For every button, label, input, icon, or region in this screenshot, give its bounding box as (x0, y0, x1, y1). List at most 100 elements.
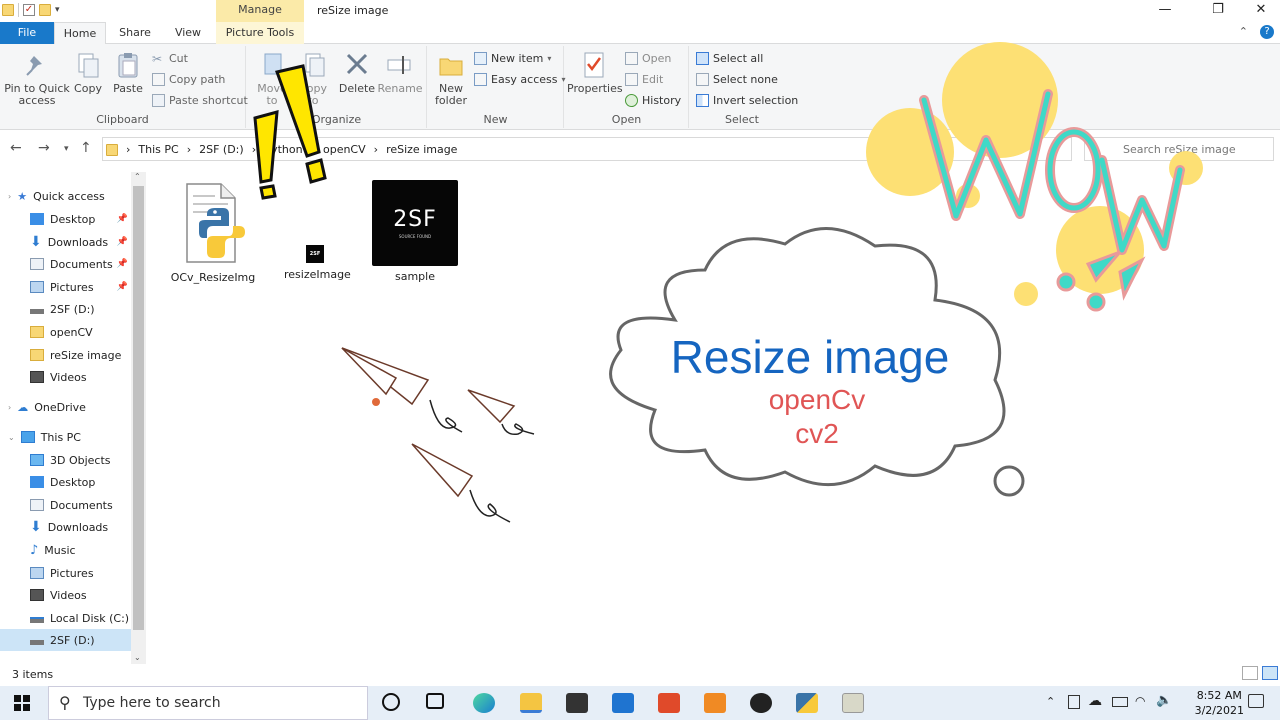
open-button[interactable]: Open (625, 52, 671, 65)
clock-date: 3/2/2021 (1194, 704, 1244, 717)
task-view-icon[interactable] (426, 693, 444, 709)
copy-path-button[interactable]: Copy path (152, 73, 225, 86)
python-icon[interactable] (796, 693, 818, 713)
tray-app-icon[interactable] (1068, 695, 1080, 709)
sidebar-item-videos[interactable]: Videos (30, 366, 132, 388)
details-view-icon[interactable] (1242, 666, 1258, 680)
battery-icon[interactable] (1112, 697, 1128, 707)
forward-arrow-icon[interactable]: → (38, 140, 50, 156)
taskbar-search-box[interactable]: ⚲ Type here to search (48, 686, 368, 720)
office-icon[interactable] (658, 693, 680, 713)
media-player-icon[interactable] (750, 693, 772, 713)
sidebar-item-this-pc[interactable]: ⌄ This PC (8, 426, 140, 448)
mail-icon[interactable] (612, 693, 634, 713)
up-arrow-icon[interactable]: ↑ (80, 140, 92, 156)
paint-icon[interactable] (842, 693, 864, 713)
xampp-icon[interactable] (704, 693, 726, 713)
sidebar-item-pictures[interactable]: Pictures (30, 562, 132, 584)
desktop-icon (30, 213, 44, 225)
rename-label: Rename (377, 82, 423, 95)
select-none-button[interactable]: Select none (696, 73, 778, 86)
delete-x-icon (342, 50, 372, 80)
tab-view[interactable]: View (162, 22, 214, 44)
windows-start-icon[interactable] (14, 695, 30, 711)
properties-check-icon[interactable]: ✓ (23, 4, 35, 16)
scrollbar-thumb[interactable] (133, 186, 144, 630)
copy-button[interactable]: Copy (70, 50, 106, 95)
sidebar-item-2sf-drive-selected[interactable]: 2SF (D:) (0, 629, 132, 651)
divider (18, 3, 19, 17)
breadcrumb-item[interactable]: This PC (138, 143, 178, 156)
sidebar-item-downloads[interactable]: ⬇ Downloads (30, 516, 132, 538)
sidebar-item-videos[interactable]: Videos (30, 584, 132, 606)
documents-icon (30, 258, 44, 270)
rename-button[interactable]: Rename (377, 50, 423, 95)
collapse-ribbon-icon[interactable]: ⌃ (1239, 25, 1248, 39)
file-item-sample[interactable]: 2SF SOURCE FOUND sample (372, 180, 458, 283)
scroll-up-icon[interactable]: ⌃ (134, 172, 141, 181)
manage-contextual-tab[interactable]: Manage (216, 0, 304, 22)
paste-shortcut-icon (152, 94, 165, 107)
sidebar-item-documents[interactable]: Documents 📌 (30, 253, 132, 275)
sidebar-item-pictures[interactable]: Pictures 📌 (30, 276, 132, 298)
new-item-button[interactable]: New item ▾ (474, 52, 551, 65)
sidebar-item-music[interactable]: ♪ Music (30, 539, 132, 561)
store-icon[interactable] (566, 693, 588, 713)
sidebar-item-downloads[interactable]: ⬇ Downloads 📌 (30, 231, 132, 253)
history-button[interactable]: History (625, 94, 681, 107)
select-all-button[interactable]: Select all (696, 52, 763, 65)
sidebar-item-resize-image[interactable]: reSize image (30, 344, 132, 366)
tab-file[interactable]: File (0, 22, 54, 44)
close-button[interactable]: ✕ (1238, 0, 1280, 22)
system-tray-chevron-icon[interactable]: ⌃ (1046, 695, 1055, 708)
clock[interactable]: 8:52 AM 3/2/2021 (1195, 688, 1244, 718)
sidebar-item-onedrive[interactable]: › ☁ OneDrive (8, 396, 140, 418)
sidebar-item-documents[interactable]: Documents (30, 494, 132, 516)
sidebar-item-2sf-drive[interactable]: 2SF (D:) (30, 298, 132, 320)
tab-share[interactable]: Share (108, 22, 162, 44)
sidebar-item-desktop[interactable]: Desktop (30, 471, 132, 493)
wifi-icon[interactable]: ◠ (1135, 694, 1145, 708)
cloud-icon[interactable]: ☁ (1088, 693, 1102, 709)
paste-icon (113, 50, 143, 80)
tab-picture-tools[interactable]: Picture Tools (216, 22, 304, 44)
edit-button[interactable]: Edit (625, 73, 663, 86)
sidebar-item-local-disk[interactable]: Local Disk (C:) (30, 607, 132, 629)
file-explorer-icon[interactable] (520, 693, 542, 713)
large-icons-view-icon[interactable] (1262, 666, 1278, 680)
nav-scrollbar[interactable]: ⌃ ⌄ (131, 172, 146, 664)
cut-button[interactable]: ✂ Cut (152, 52, 188, 66)
pin-to-quick-access-button[interactable]: Pin to Quick access (4, 50, 70, 107)
minimize-button[interactable]: — (1142, 0, 1188, 22)
easy-access-button[interactable]: Easy access ▾ (474, 73, 566, 86)
properties-button[interactable]: Properties (567, 50, 623, 95)
sidebar-item-3d-objects[interactable]: 3D Objects (30, 449, 132, 471)
easy-access-label: Easy access (491, 73, 558, 86)
tab-home[interactable]: Home (54, 22, 106, 44)
help-icon[interactable]: ? (1260, 25, 1274, 39)
chevron-down-icon[interactable]: ▾ (55, 5, 60, 15)
recent-locations-chevron-icon[interactable]: ▾ (64, 144, 69, 154)
cortana-icon[interactable] (382, 693, 400, 711)
volume-icon[interactable]: 🔈 (1156, 693, 1172, 708)
cut-label: Cut (169, 52, 188, 65)
download-arrow-icon: ⬇ (30, 519, 42, 535)
new-folder-icon[interactable] (39, 4, 51, 16)
invert-selection-icon (696, 94, 709, 107)
invert-selection-button[interactable]: Invert selection (696, 94, 798, 107)
back-arrow-icon[interactable]: ← (10, 140, 22, 156)
sidebar-item-desktop[interactable]: Desktop 📌 (30, 208, 132, 230)
maximize-button[interactable]: ❐ (1195, 0, 1241, 22)
sidebar-item-quick-access[interactable]: › ★ Quick access (8, 185, 140, 207)
scroll-down-icon[interactable]: ⌄ (134, 653, 141, 662)
new-folder-button[interactable]: New folder (432, 50, 470, 107)
edge-browser-icon[interactable] (473, 693, 495, 713)
paste-button[interactable]: Paste (108, 50, 148, 95)
breadcrumb-item[interactable]: reSize image (386, 143, 457, 156)
delete-button[interactable]: Delete (337, 50, 377, 95)
delete-label: Delete (338, 82, 376, 95)
sidebar-item-label: Downloads (47, 520, 109, 534)
notifications-icon[interactable] (1248, 694, 1264, 708)
pin-icon: 📌 (116, 282, 128, 292)
sidebar-item-opencv[interactable]: openCV (30, 321, 132, 343)
